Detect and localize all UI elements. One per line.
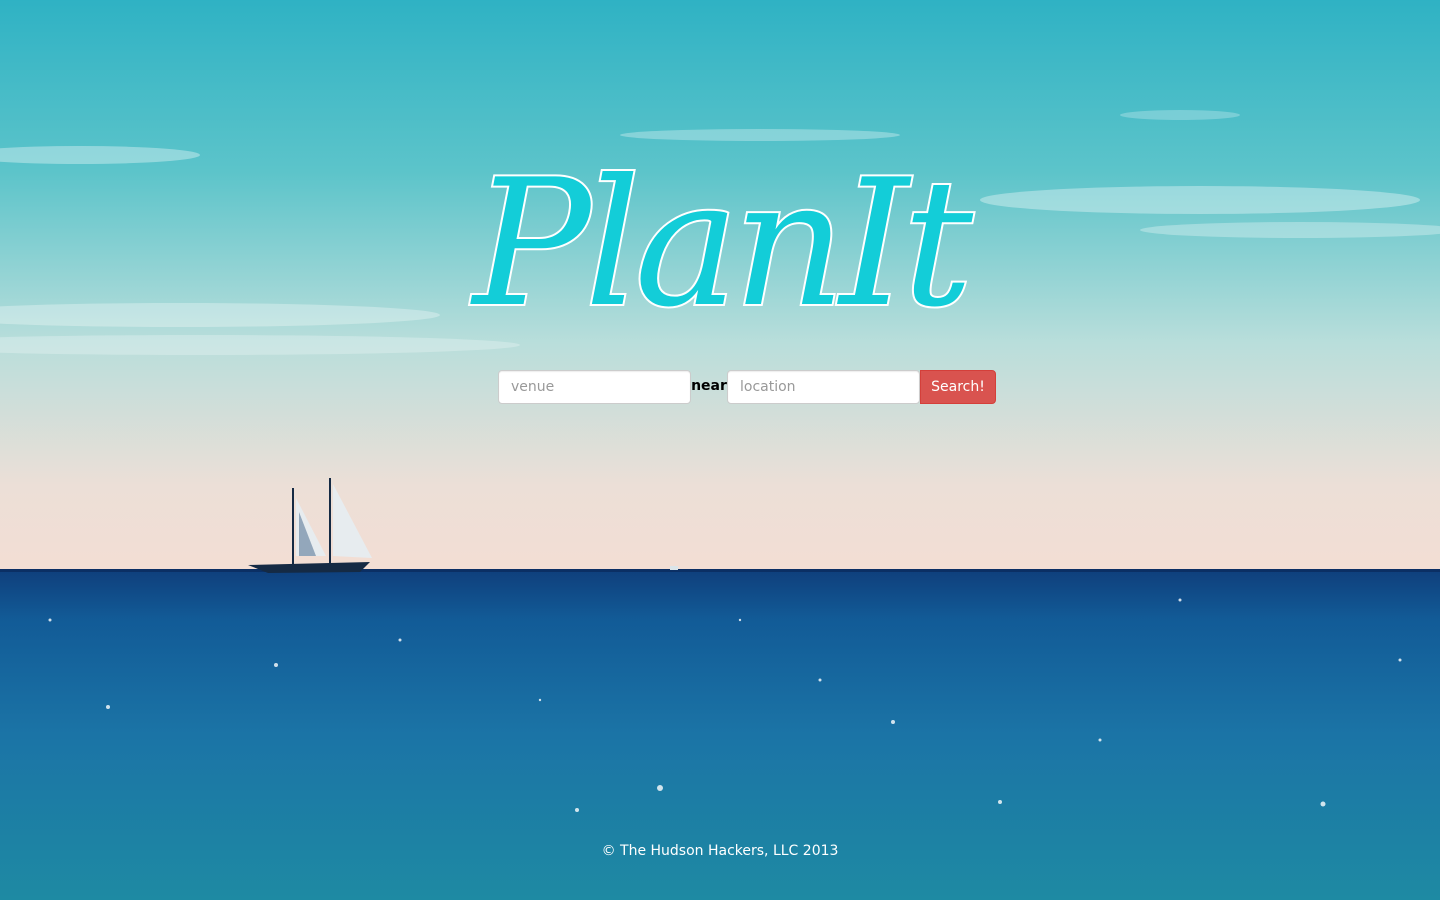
logo: PlanIt	[471, 141, 975, 348]
distant-boat	[670, 566, 678, 570]
venue-input[interactable]	[498, 370, 691, 404]
location-input[interactable]	[727, 370, 920, 404]
search-button[interactable]: Search!	[920, 370, 996, 404]
near-label: near	[691, 378, 727, 394]
ocean-background	[0, 0, 1440, 900]
footer-copyright: © The Hudson Hackers, LLC 2013	[601, 843, 839, 859]
search-form: near Search!	[498, 370, 996, 404]
